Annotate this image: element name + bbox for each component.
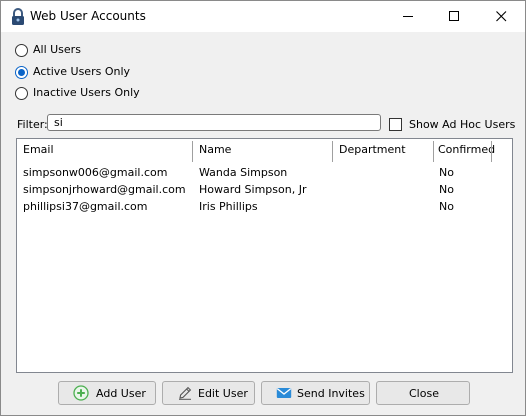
cell-email: simpsonjrhoward@gmail.com <box>23 183 186 196</box>
envelope-icon <box>276 388 292 398</box>
send-invites-label: Send Invites <box>297 387 365 400</box>
web-user-accounts-window: Web User Accounts All Users Active Users… <box>0 0 526 416</box>
cell-confirmed: No <box>439 166 454 179</box>
column-header-name[interactable]: Name <box>199 143 231 156</box>
send-invites-button[interactable]: Send Invites <box>261 381 370 405</box>
close-icon <box>496 11 507 22</box>
close-label: Close <box>409 387 439 400</box>
cell-name: Howard Simpson, Jr <box>199 183 307 196</box>
cell-email: simpsonw006@gmail.com <box>23 166 168 179</box>
filter-label: Filter: <box>17 118 48 131</box>
plus-circle-icon <box>73 385 89 401</box>
edit-user-label: Edit User <box>198 387 248 400</box>
table-row[interactable]: simpsonjrhoward@gmail.com Howard Simpson… <box>17 182 512 198</box>
radio-button[interactable] <box>15 66 28 79</box>
add-user-button[interactable]: Add User <box>58 381 156 405</box>
radio-label: Active Users Only <box>33 65 131 78</box>
title-bar[interactable]: Web User Accounts <box>1 1 525 32</box>
column-header-email[interactable]: Email <box>23 143 54 156</box>
user-accounts-list[interactable]: Email Name Department Confirmed simpsonw… <box>16 138 513 373</box>
close-window-button[interactable] <box>479 1 525 32</box>
filter-input[interactable] <box>47 114 381 131</box>
cell-confirmed: No <box>439 183 454 196</box>
window-title: Web User Accounts <box>30 9 146 23</box>
cell-email: phillipsi37@gmail.com <box>23 200 148 213</box>
maximize-icon <box>449 11 459 21</box>
table-row[interactable]: simpsonw006@gmail.com Wanda Simpson No <box>17 165 512 181</box>
table-row[interactable]: phillipsi37@gmail.com Iris Phillips No <box>17 199 512 215</box>
pencil-icon <box>179 386 192 400</box>
add-user-label: Add User <box>96 387 146 400</box>
cell-confirmed: No <box>439 200 454 213</box>
radio-button[interactable] <box>15 44 28 57</box>
cell-name: Wanda Simpson <box>199 166 288 179</box>
edit-user-button[interactable]: Edit User <box>162 381 255 405</box>
minimize-button[interactable] <box>386 1 432 32</box>
radio-label: All Users <box>33 43 81 56</box>
minimize-icon <box>403 16 413 17</box>
column-header-confirmed[interactable]: Confirmed <box>438 143 495 156</box>
column-divider[interactable] <box>491 141 492 162</box>
maximize-button[interactable] <box>432 1 478 32</box>
radio-button[interactable] <box>15 87 28 100</box>
column-header-department[interactable]: Department <box>339 143 406 156</box>
column-divider[interactable] <box>332 141 333 162</box>
column-divider[interactable] <box>433 141 434 162</box>
cell-name: Iris Phillips <box>199 200 258 213</box>
close-button[interactable]: Close <box>376 381 470 405</box>
column-divider[interactable] <box>192 141 193 162</box>
show-ad-hoc-users-label: Show Ad Hoc Users <box>409 118 516 131</box>
list-header: Email Name Department Confirmed <box>17 139 512 163</box>
show-ad-hoc-users-checkbox[interactable] <box>389 118 402 131</box>
padlock-icon <box>12 8 24 25</box>
radio-label: Inactive Users Only <box>33 86 140 99</box>
